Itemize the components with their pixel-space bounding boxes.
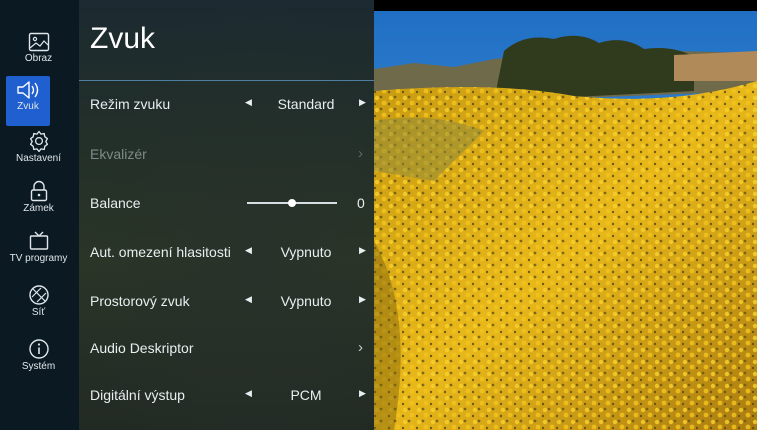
row-prostorovy-zvuk[interactable]: Prostorový zvuk ◀ Vypnuto ▶ — [79, 287, 374, 315]
row-ekvalizer: Ekvalizér › — [79, 140, 374, 168]
network-icon — [28, 285, 49, 305]
row-value: PCM — [290, 387, 322, 403]
chevron-right-icon: › — [358, 145, 363, 162]
image-icon — [28, 32, 49, 52]
arrow-left-icon[interactable]: ◀ — [245, 388, 252, 399]
tv-screen: Obraz Zvuk Nastavení Zámek TV programy S… — [0, 0, 757, 430]
sidebar-item-tv-programy[interactable]: TV programy — [3, 226, 74, 276]
sidebar-item-label: Nastavení — [15, 153, 62, 164]
arrow-right-icon[interactable]: ▶ — [359, 294, 366, 305]
arrow-left-icon[interactable]: ◀ — [245, 97, 252, 108]
sidebar-item-label: Obraz — [24, 53, 53, 64]
sound-menu-panel: Zvuk Režim zvuku ◀ Standard ▶ Ekvalizér … — [79, 0, 374, 430]
row-audio-deskriptor[interactable]: Audio Deskriptor › — [79, 334, 374, 362]
row-value: 0 — [357, 195, 365, 211]
row-label: Audio Deskriptor — [90, 340, 194, 356]
sidebar-item-sit[interactable]: Síť — [3, 280, 74, 330]
sidebar-item-label: Zámek — [23, 203, 54, 214]
sidebar-item-label: Síť — [31, 307, 46, 318]
row-label: Balance — [90, 195, 141, 211]
arrow-right-icon[interactable]: ▶ — [359, 245, 366, 256]
sidebar-item-zvuk[interactable]: Zvuk — [6, 76, 50, 126]
arrow-left-icon[interactable]: ◀ — [245, 294, 252, 305]
row-label: Digitální výstup — [90, 387, 185, 403]
sidebar-item-system[interactable]: Systém — [3, 334, 74, 384]
row-label: Prostorový zvuk — [90, 293, 190, 309]
balance-slider-handle[interactable] — [288, 199, 296, 207]
row-balance[interactable]: Balance 0 — [79, 189, 374, 217]
info-icon — [28, 339, 49, 359]
row-aut-omezeni-hlasitosti[interactable]: Aut. omezení hlasitosti ◀ Vypnuto ▶ — [79, 238, 374, 266]
speaker-icon — [17, 81, 39, 99]
row-value: Vypnuto — [280, 244, 332, 260]
sidebar: Obraz Zvuk Nastavení Zámek TV programy S… — [0, 0, 79, 430]
row-label: Režim zvuku — [90, 96, 171, 112]
page-title: Zvuk — [90, 22, 156, 55]
sidebar-item-label: Zvuk — [17, 101, 39, 112]
arrow-left-icon[interactable]: ◀ — [245, 245, 252, 256]
row-rezim-zvuku[interactable]: Režim zvuku ◀ Standard ▶ — [79, 90, 374, 118]
title-divider — [79, 80, 374, 81]
sidebar-item-label: Systém — [21, 361, 56, 372]
tv-icon — [29, 231, 48, 250]
row-value: Vypnuto — [280, 293, 332, 309]
row-label: Ekvalizér — [90, 146, 147, 162]
row-label: Aut. omezení hlasitosti — [90, 244, 231, 260]
gear-icon — [29, 130, 48, 152]
chevron-right-icon[interactable]: › — [358, 339, 363, 356]
row-value: Standard — [277, 96, 335, 112]
arrow-right-icon[interactable]: ▶ — [359, 388, 366, 399]
lock-icon — [30, 180, 47, 202]
sidebar-item-nastaveni[interactable]: Nastavení — [3, 126, 74, 176]
live-tv-picture — [374, 11, 757, 430]
row-digitalni-vystup[interactable]: Digitální výstup ◀ PCM ▶ — [79, 381, 374, 409]
sidebar-item-obraz[interactable]: Obraz — [3, 28, 74, 78]
arrow-right-icon[interactable]: ▶ — [359, 97, 366, 108]
sidebar-item-zamek[interactable]: Zámek — [3, 176, 74, 226]
sidebar-item-label: TV programy — [9, 253, 68, 264]
